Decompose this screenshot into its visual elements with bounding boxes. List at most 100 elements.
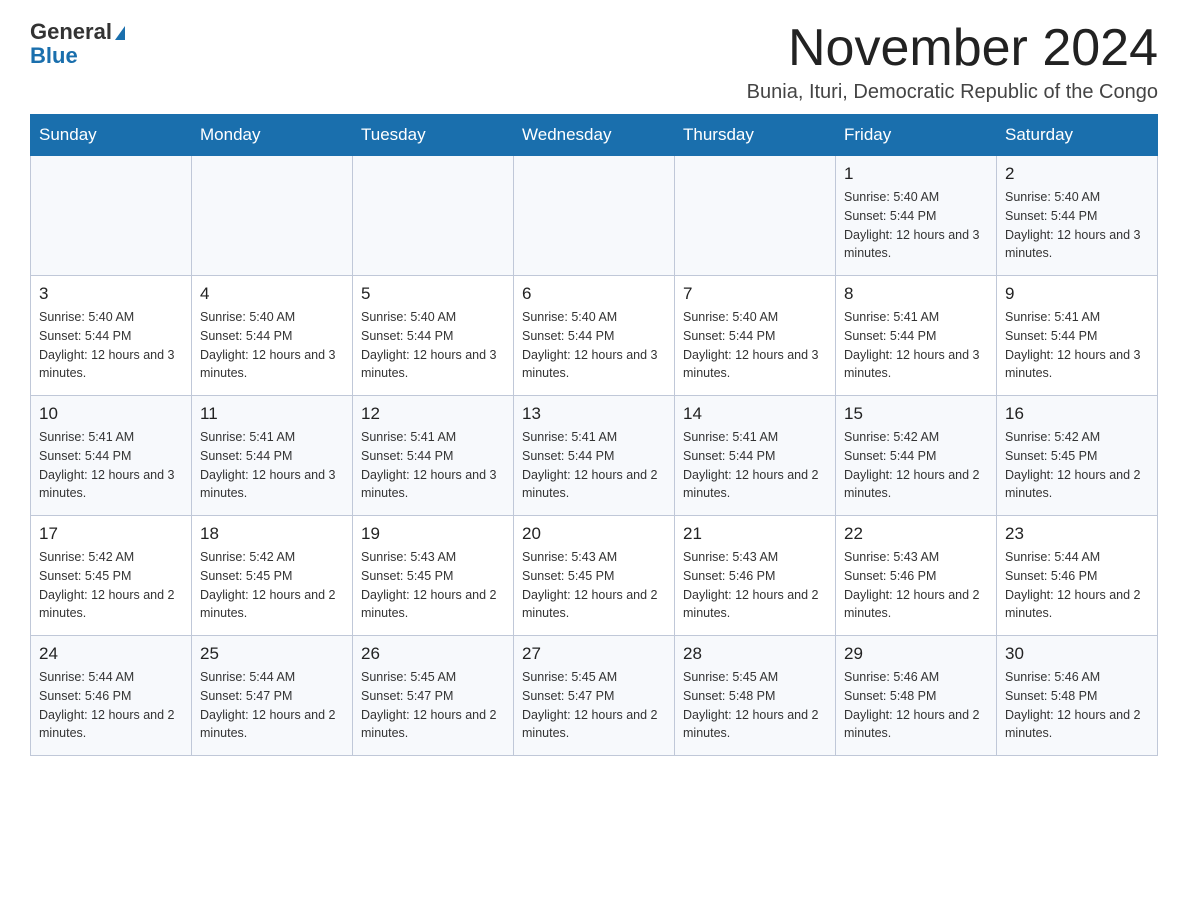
page-header: General Blue November 2024 Bunia, Ituri,… (30, 20, 1158, 104)
day-number: 6 (522, 284, 666, 304)
day-number: 18 (200, 524, 344, 544)
day-number: 22 (844, 524, 988, 544)
calendar-cell: 7 Sunrise: 5:40 AMSunset: 5:44 PMDayligh… (675, 276, 836, 396)
day-number: 7 (683, 284, 827, 304)
logo-general-text: General (30, 19, 112, 44)
calendar-cell: 18 Sunrise: 5:42 AMSunset: 5:45 PMDaylig… (192, 516, 353, 636)
calendar-cell: 27 Sunrise: 5:45 AMSunset: 5:47 PMDaylig… (514, 636, 675, 756)
day-info: Sunrise: 5:41 AMSunset: 5:44 PMDaylight:… (683, 428, 827, 503)
day-info: Sunrise: 5:41 AMSunset: 5:44 PMDaylight:… (1005, 308, 1149, 383)
day-number: 23 (1005, 524, 1149, 544)
weekday-header-row: Sunday Monday Tuesday Wednesday Thursday… (31, 115, 1158, 156)
calendar-cell: 12 Sunrise: 5:41 AMSunset: 5:44 PMDaylig… (353, 396, 514, 516)
day-number: 14 (683, 404, 827, 424)
day-number: 11 (200, 404, 344, 424)
day-number: 25 (200, 644, 344, 664)
calendar-cell: 29 Sunrise: 5:46 AMSunset: 5:48 PMDaylig… (836, 636, 997, 756)
header-thursday: Thursday (675, 115, 836, 156)
day-number: 13 (522, 404, 666, 424)
calendar-cell: 14 Sunrise: 5:41 AMSunset: 5:44 PMDaylig… (675, 396, 836, 516)
calendar-cell: 8 Sunrise: 5:41 AMSunset: 5:44 PMDayligh… (836, 276, 997, 396)
calendar-cell: 3 Sunrise: 5:40 AMSunset: 5:44 PMDayligh… (31, 276, 192, 396)
day-info: Sunrise: 5:42 AMSunset: 5:45 PMDaylight:… (39, 548, 183, 623)
calendar-cell: 21 Sunrise: 5:43 AMSunset: 5:46 PMDaylig… (675, 516, 836, 636)
day-info: Sunrise: 5:45 AMSunset: 5:47 PMDaylight:… (361, 668, 505, 743)
day-info: Sunrise: 5:42 AMSunset: 5:44 PMDaylight:… (844, 428, 988, 503)
calendar-cell: 20 Sunrise: 5:43 AMSunset: 5:45 PMDaylig… (514, 516, 675, 636)
calendar-cell: 10 Sunrise: 5:41 AMSunset: 5:44 PMDaylig… (31, 396, 192, 516)
day-info: Sunrise: 5:40 AMSunset: 5:44 PMDaylight:… (844, 188, 988, 263)
header-saturday: Saturday (997, 115, 1158, 156)
calendar-week-4: 17 Sunrise: 5:42 AMSunset: 5:45 PMDaylig… (31, 516, 1158, 636)
day-number: 9 (1005, 284, 1149, 304)
day-number: 5 (361, 284, 505, 304)
header-tuesday: Tuesday (353, 115, 514, 156)
calendar-week-3: 10 Sunrise: 5:41 AMSunset: 5:44 PMDaylig… (31, 396, 1158, 516)
calendar-cell: 30 Sunrise: 5:46 AMSunset: 5:48 PMDaylig… (997, 636, 1158, 756)
day-number: 30 (1005, 644, 1149, 664)
day-number: 17 (39, 524, 183, 544)
day-number: 12 (361, 404, 505, 424)
calendar-cell: 17 Sunrise: 5:42 AMSunset: 5:45 PMDaylig… (31, 516, 192, 636)
month-title: November 2024 (747, 20, 1158, 77)
day-number: 29 (844, 644, 988, 664)
logo-blue-text: Blue (30, 44, 125, 68)
day-info: Sunrise: 5:41 AMSunset: 5:44 PMDaylight:… (844, 308, 988, 383)
day-number: 21 (683, 524, 827, 544)
day-info: Sunrise: 5:44 AMSunset: 5:46 PMDaylight:… (1005, 548, 1149, 623)
day-info: Sunrise: 5:45 AMSunset: 5:47 PMDaylight:… (522, 668, 666, 743)
logo: General Blue (30, 20, 125, 68)
calendar-cell: 9 Sunrise: 5:41 AMSunset: 5:44 PMDayligh… (997, 276, 1158, 396)
day-number: 3 (39, 284, 183, 304)
header-wednesday: Wednesday (514, 115, 675, 156)
day-info: Sunrise: 5:41 AMSunset: 5:44 PMDaylight:… (522, 428, 666, 503)
day-info: Sunrise: 5:46 AMSunset: 5:48 PMDaylight:… (844, 668, 988, 743)
day-info: Sunrise: 5:43 AMSunset: 5:46 PMDaylight:… (844, 548, 988, 623)
day-info: Sunrise: 5:42 AMSunset: 5:45 PMDaylight:… (1005, 428, 1149, 503)
day-info: Sunrise: 5:41 AMSunset: 5:44 PMDaylight:… (361, 428, 505, 503)
calendar-cell (31, 156, 192, 276)
calendar-cell: 11 Sunrise: 5:41 AMSunset: 5:44 PMDaylig… (192, 396, 353, 516)
title-area: November 2024 Bunia, Ituri, Democratic R… (747, 20, 1158, 104)
calendar-cell: 24 Sunrise: 5:44 AMSunset: 5:46 PMDaylig… (31, 636, 192, 756)
day-info: Sunrise: 5:44 AMSunset: 5:46 PMDaylight:… (39, 668, 183, 743)
calendar-cell: 5 Sunrise: 5:40 AMSunset: 5:44 PMDayligh… (353, 276, 514, 396)
header-friday: Friday (836, 115, 997, 156)
logo-line1: General (30, 20, 125, 44)
calendar-week-5: 24 Sunrise: 5:44 AMSunset: 5:46 PMDaylig… (31, 636, 1158, 756)
day-number: 24 (39, 644, 183, 664)
calendar-cell: 26 Sunrise: 5:45 AMSunset: 5:47 PMDaylig… (353, 636, 514, 756)
day-info: Sunrise: 5:46 AMSunset: 5:48 PMDaylight:… (1005, 668, 1149, 743)
calendar-cell: 13 Sunrise: 5:41 AMSunset: 5:44 PMDaylig… (514, 396, 675, 516)
day-number: 28 (683, 644, 827, 664)
calendar-cell: 22 Sunrise: 5:43 AMSunset: 5:46 PMDaylig… (836, 516, 997, 636)
day-info: Sunrise: 5:40 AMSunset: 5:44 PMDaylight:… (361, 308, 505, 383)
day-number: 19 (361, 524, 505, 544)
day-info: Sunrise: 5:41 AMSunset: 5:44 PMDaylight:… (39, 428, 183, 503)
day-number: 8 (844, 284, 988, 304)
day-info: Sunrise: 5:43 AMSunset: 5:45 PMDaylight:… (361, 548, 505, 623)
calendar-cell: 28 Sunrise: 5:45 AMSunset: 5:48 PMDaylig… (675, 636, 836, 756)
day-info: Sunrise: 5:43 AMSunset: 5:45 PMDaylight:… (522, 548, 666, 623)
day-number: 10 (39, 404, 183, 424)
calendar-cell (675, 156, 836, 276)
day-number: 26 (361, 644, 505, 664)
calendar-cell: 15 Sunrise: 5:42 AMSunset: 5:44 PMDaylig… (836, 396, 997, 516)
logo-triangle-icon (115, 26, 125, 40)
day-number: 1 (844, 164, 988, 184)
header-sunday: Sunday (31, 115, 192, 156)
day-info: Sunrise: 5:43 AMSunset: 5:46 PMDaylight:… (683, 548, 827, 623)
calendar-cell: 4 Sunrise: 5:40 AMSunset: 5:44 PMDayligh… (192, 276, 353, 396)
calendar-week-1: 1 Sunrise: 5:40 AMSunset: 5:44 PMDayligh… (31, 156, 1158, 276)
calendar-week-2: 3 Sunrise: 5:40 AMSunset: 5:44 PMDayligh… (31, 276, 1158, 396)
calendar-cell: 19 Sunrise: 5:43 AMSunset: 5:45 PMDaylig… (353, 516, 514, 636)
calendar-cell: 23 Sunrise: 5:44 AMSunset: 5:46 PMDaylig… (997, 516, 1158, 636)
day-number: 27 (522, 644, 666, 664)
day-number: 20 (522, 524, 666, 544)
calendar-cell (353, 156, 514, 276)
day-number: 16 (1005, 404, 1149, 424)
day-number: 2 (1005, 164, 1149, 184)
day-number: 4 (200, 284, 344, 304)
location-title: Bunia, Ituri, Democratic Republic of the… (747, 81, 1158, 104)
day-info: Sunrise: 5:44 AMSunset: 5:47 PMDaylight:… (200, 668, 344, 743)
